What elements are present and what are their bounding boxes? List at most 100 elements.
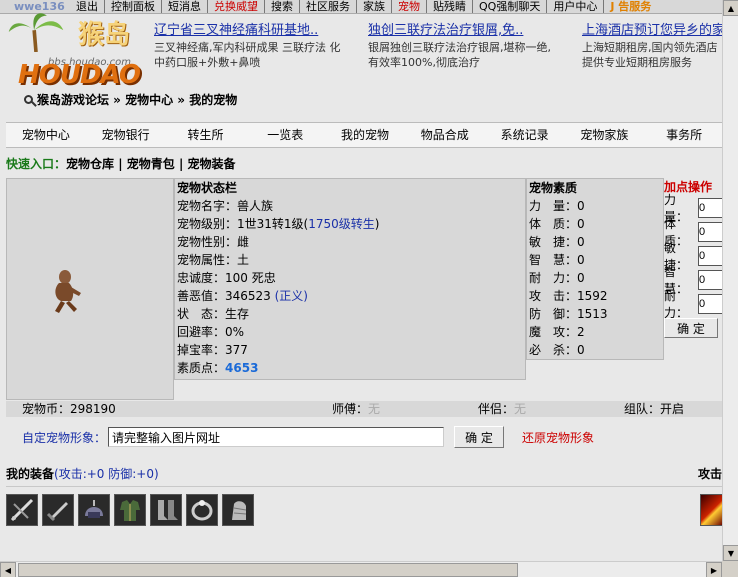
karma-alignment: (正义) <box>274 289 308 303</box>
top-links: 退出 控制面板 短消息 兑换威望 搜索 社区服务 家族 宠物 贴残睛 QQ强制聊天 用户中心 J 告服… <box>70 0 657 13</box>
attr-critical: 必 杀：0 <box>529 343 585 357</box>
pet-karma: 善恶值：346523 (正义) <box>175 287 525 305</box>
top-link[interactable]: J 告服务 <box>604 0 657 13</box>
agility-input[interactable] <box>698 246 724 266</box>
quick-link-bag[interactable]: 宠物青包 <box>127 157 175 171</box>
scroll-right-icon[interactable]: ▶ <box>706 562 722 577</box>
nav-item-family[interactable]: 宠物家族 <box>564 123 644 147</box>
ring-icon[interactable] <box>186 494 218 526</box>
partner-info: 伴侣：无 <box>478 401 526 417</box>
vertical-scrollbar[interactable]: ▲ ▼ <box>722 0 738 561</box>
pet-element: 宠物属性：土 <box>177 253 250 267</box>
rebirth-link[interactable]: 1750级转生 <box>308 217 375 231</box>
top-link[interactable]: 兑换威望 <box>208 0 265 13</box>
top-link[interactable]: 宠物 <box>392 0 427 13</box>
wisdom-input[interactable] <box>698 270 724 290</box>
attr-endurance: 耐 力：0 <box>529 271 585 285</box>
top-link[interactable]: QQ强制聊天 <box>473 0 548 13</box>
custom-image-confirm-button[interactable]: 确 定 <box>454 426 505 448</box>
scroll-down-icon[interactable]: ▼ <box>723 545 738 561</box>
horizontal-scroll-thumb[interactable] <box>18 563 518 577</box>
top-link[interactable]: 搜索 <box>265 0 300 13</box>
quick-label: 快速入口： <box>6 157 67 171</box>
divider <box>6 486 722 487</box>
houdao-logo[interactable]: 猴岛 bbs.houdao.com HOUDAO <box>6 12 154 92</box>
gauntlet-icon[interactable] <box>222 494 254 526</box>
ad-title[interactable]: 独创三联疗法治疗银屑,免.. <box>368 22 556 40</box>
nav-item-synthesis[interactable]: 物品合成 <box>405 123 485 147</box>
pet-nav: 宠物中心 宠物银行 转生所 一览表 我的宠物 物品合成 系统记录 宠物家族 事务… <box>6 122 724 148</box>
ad-2[interactable]: 独创三联疗法治疗银屑,免.. 银屑独创三联疗法治疗银屑,堪称一绝,有效率100%… <box>368 22 556 70</box>
partner-value: 无 <box>514 402 527 416</box>
attr-defense: 防 御：1513 <box>529 307 608 321</box>
armor-icon[interactable] <box>114 494 146 526</box>
helmet-icon[interactable] <box>78 494 110 526</box>
attack-skill-icon[interactable] <box>700 494 724 526</box>
endurance-input[interactable] <box>698 294 724 314</box>
pet-status-box: 宠物状态栏 宠物名字：兽人族 宠物级别：1世31转1级(1750级转生) 宠物性… <box>174 178 526 380</box>
ad-title[interactable]: 上海酒店预订您异乡的家 <box>582 22 722 40</box>
strength-input[interactable] <box>698 198 724 218</box>
pet-level-suffix: ) <box>374 217 380 231</box>
karma-prefix: 善恶值：346523 <box>177 289 275 303</box>
nav-item-my-pet[interactable]: 我的宠物 <box>325 123 405 147</box>
nav-item-office[interactable]: 事务所 <box>644 123 724 147</box>
attr-constitution: 体 质：0 <box>529 217 585 231</box>
horizontal-scrollbar[interactable]: ◀ ▶ <box>0 561 722 577</box>
scroll-left-icon[interactable]: ◀ <box>0 562 16 577</box>
equipment-stats: (攻击:+0 防御:+0) <box>54 467 159 481</box>
pet-level-prefix: 宠物级别：1世31转1级( <box>177 217 309 231</box>
add-row-endurance: 耐力： <box>664 289 724 320</box>
quick-link-warehouse[interactable]: 宠物仓库 <box>66 157 114 171</box>
attr-attack: 攻 击：1592 <box>529 289 608 303</box>
master-label: 师傅： <box>332 402 369 416</box>
equipment-title: 我的装备 <box>6 467 55 481</box>
logo-text: HOUDAO <box>18 60 141 90</box>
equipment-header: 我的装备(攻击:+0 防御:+0) <box>6 465 159 482</box>
points-label: 素质点： <box>177 361 226 375</box>
top-link[interactable]: 社区服务 <box>300 0 357 13</box>
nav-item-rebirth[interactable]: 转生所 <box>166 123 246 147</box>
constitution-input[interactable] <box>698 222 724 242</box>
search-icon <box>24 95 33 104</box>
attributes-title: 宠物素质 <box>529 181 578 195</box>
nav-item-overview[interactable]: 一览表 <box>245 123 325 147</box>
top-link[interactable]: 用户中心 <box>547 0 605 13</box>
crossbow-icon[interactable] <box>6 494 38 526</box>
top-link[interactable]: 家族 <box>357 0 392 13</box>
attack-header: 攻击 <box>698 467 723 481</box>
top-link[interactable]: 短消息 <box>162 0 208 13</box>
add-points-confirm-button[interactable]: 确 定 <box>664 318 718 338</box>
attr-magic: 魔 攻：2 <box>529 325 585 339</box>
top-link[interactable]: 贴残睛 <box>427 0 473 13</box>
nav-item-records[interactable]: 系统记录 <box>485 123 565 147</box>
points-value: 4653 <box>225 361 259 375</box>
scroll-up-icon[interactable]: ▲ <box>723 0 738 16</box>
breadcrumb-text[interactable]: 猴岛游戏论坛 » 宠物中心 » 我的宠物 <box>37 93 237 107</box>
ad-1[interactable]: 辽宁省三叉神经痛科研基地.. 三叉神经痛,军内科研成果 三联疗法 化中药口服+外… <box>154 22 342 70</box>
boots-icon[interactable] <box>150 494 182 526</box>
attr-wisdom: 智 慧：0 <box>529 253 585 267</box>
nav-item-pet-bank[interactable]: 宠物银行 <box>86 123 166 147</box>
master-info: 师傅：无 <box>332 401 380 417</box>
quick-link-equipment[interactable]: 宠物装备 <box>188 157 236 171</box>
ad-desc: 银屑独创三联疗法治疗银屑,堪称一绝,有效率100%,彻底治疗 <box>368 41 551 69</box>
pet-points: 素质点：4653 <box>175 359 525 377</box>
pet-attributes-box: 宠物素质 力 量：0 体 质：0 敏 捷：0 智 慧：0 耐 力：0 攻 击：1… <box>526 178 664 360</box>
ad-3[interactable]: 上海酒店预订您异乡的家 上海短期租房,国内领先酒店提供专业短期租房服务 <box>582 22 722 70</box>
ad-title[interactable]: 辽宁省三叉神经痛科研基地.. <box>154 22 342 40</box>
pet-gender: 宠物性别：雌 <box>177 235 250 249</box>
restore-image-link[interactable]: 还原宠物形象 <box>522 429 594 446</box>
custom-image-form: 自定宠物形象： 确 定 还原宠物形象 <box>22 425 722 449</box>
status-title: 宠物状态栏 <box>177 181 238 195</box>
ad-desc: 三叉神经痛,军内科研成果 三联疗法 化中药口服+外敷+鼻喷 <box>154 41 341 69</box>
scrollbar-corner <box>722 561 738 577</box>
group-info: 组队：开启 <box>624 401 684 417</box>
palm-tree-icon <box>8 13 64 52</box>
pet-image-panel <box>6 178 174 400</box>
nav-item-pet-center[interactable]: 宠物中心 <box>6 123 86 147</box>
pet-dodge: 回避率：0% <box>177 325 245 339</box>
image-url-input[interactable] <box>108 427 445 447</box>
dagger-icon[interactable] <box>42 494 74 526</box>
pet-loyalty: 忠诚度：100 死忠 <box>177 271 276 285</box>
